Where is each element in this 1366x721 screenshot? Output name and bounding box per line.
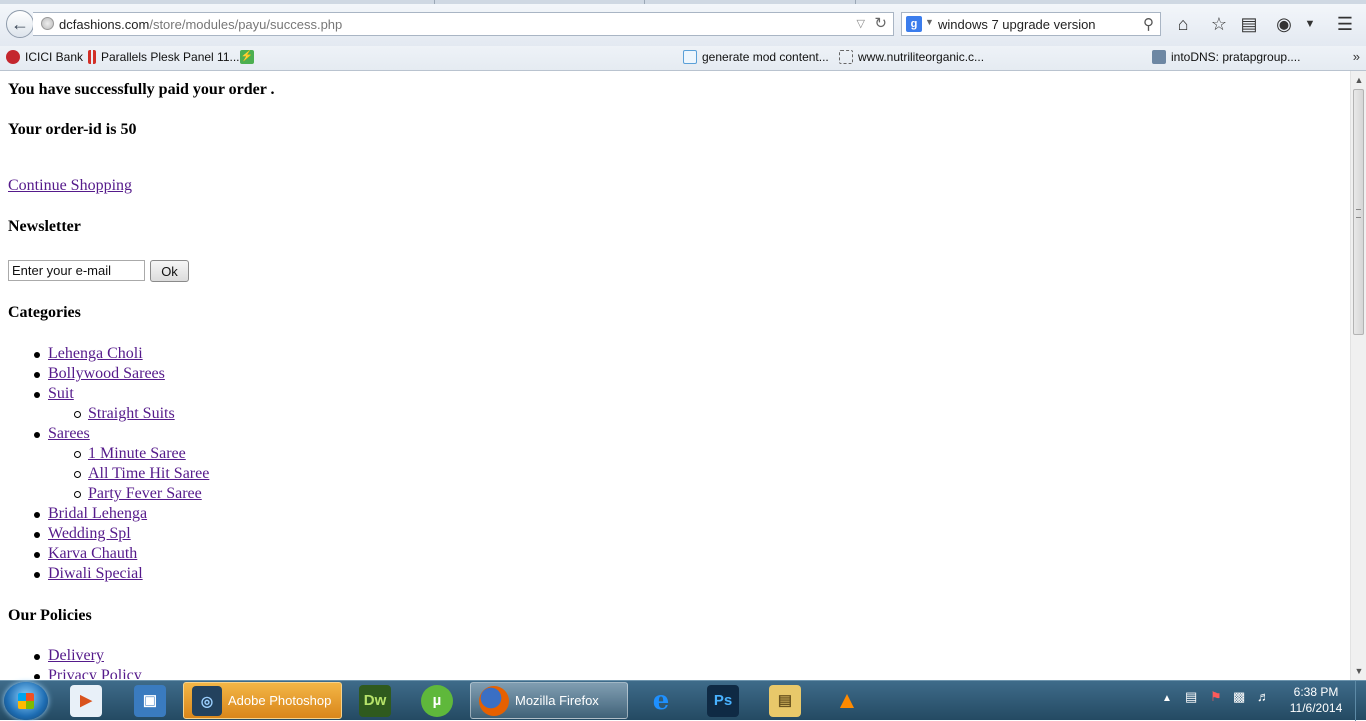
page-icon [683, 50, 697, 64]
bolt-icon: ⚡ [240, 50, 254, 64]
show-hidden-icons-icon[interactable]: ▲ [1162, 693, 1172, 704]
bookmarks-menu-icon[interactable]: ▤ [1237, 12, 1261, 36]
category-link-sarees[interactable]: Sarees [48, 425, 90, 443]
search-bar[interactable]: g ▼ windows 7 upgrade version ⚲ [901, 12, 1161, 36]
photoshop-icon[interactable]: Ps [707, 685, 739, 717]
explorer-folder-icon[interactable]: ▤ [769, 685, 801, 717]
category-link-karva-chauth[interactable]: Karva Chauth [48, 545, 137, 563]
media-player-icon[interactable]: ▶ [70, 685, 102, 717]
clock-time: 6:38 PM [1293, 685, 1339, 699]
newsletter-ok-button[interactable]: Ok [150, 260, 189, 282]
url-history-dropdown-icon[interactable]: ▽ [857, 17, 865, 30]
blank-page-icon [839, 50, 853, 64]
category-link-suit[interactable]: Suit [48, 385, 74, 403]
newsletter-email-input[interactable] [8, 260, 145, 281]
bookmark-icici-bank[interactable]: ICICI Bank [6, 50, 83, 64]
bookmarks-toolbar: ICICI Bank Parallels Plesk Panel 11... ⚡… [0, 46, 1366, 71]
signal-icon[interactable]: ▩ [1233, 689, 1245, 705]
back-arrow-icon: ← [11, 13, 29, 34]
policy-link-delivery[interactable]: Delivery [48, 647, 104, 665]
tab-divider [855, 0, 856, 4]
subcategory-link-all-time-hit-saree[interactable]: All Time Hit Saree [88, 465, 209, 483]
category-link-lehenga-choli[interactable]: Lehenga Choli [48, 345, 143, 363]
google-search-engine-icon[interactable]: g [906, 16, 922, 32]
category-link-bollywood-sarees[interactable]: Bollywood Sarees [48, 365, 165, 383]
bookmarks-overflow-icon[interactable]: » [1353, 49, 1360, 64]
action-center-icon[interactable]: ▤ [1185, 689, 1197, 705]
category-link-diwali-special[interactable]: Diwali Special [48, 565, 143, 583]
bookmark-bolt[interactable]: ⚡ [240, 50, 259, 64]
firefox-icon [479, 685, 509, 716]
search-icon[interactable]: ⚲ [1143, 15, 1154, 33]
photoshop-loading-icon: ◎ [192, 685, 222, 716]
address-bar[interactable]: dcfashions.com/store/modules/payu/succes… [33, 12, 894, 36]
back-button[interactable]: ← [6, 10, 34, 38]
page-content: You have successfully paid your order . … [0, 71, 1350, 679]
bookmark-nutrilite[interactable]: www.nutriliteorganic.c... [839, 50, 984, 64]
show-desktop-button[interactable] [1355, 681, 1366, 721]
search-engine-dropdown-icon[interactable]: ▼ [925, 17, 934, 27]
tab-divider [434, 0, 435, 4]
site-identity-icon[interactable] [41, 17, 54, 30]
bookmark-intodns[interactable]: intoDNS: pratapgroup.... [1152, 50, 1300, 64]
payment-success-message: You have successfully paid your order . [8, 81, 275, 98]
addon-icon[interactable]: ◉ [1272, 12, 1296, 36]
utorrent-icon[interactable]: µ [421, 685, 453, 717]
reload-icon[interactable]: ↻ [874, 14, 887, 32]
scrollbar-grip-icon [1356, 209, 1361, 218]
category-link-wedding-spl[interactable]: Wedding Spl [48, 525, 131, 543]
dreamweaver-icon[interactable]: Dw [359, 685, 391, 717]
categories-heading: Categories [8, 304, 81, 321]
subcategory-link-straight-suits[interactable]: Straight Suits [88, 405, 175, 423]
order-id-text: Your order-id is 50 [8, 121, 137, 138]
subcategory-link-1-minute-saree[interactable]: 1 Minute Saree [88, 445, 186, 463]
volume-muted-icon[interactable]: ♬ [1257, 689, 1270, 704]
home-icon[interactable]: ⌂ [1171, 12, 1195, 36]
policies-heading: Our Policies [8, 607, 92, 624]
url-text[interactable]: dcfashions.com/store/modules/payu/succes… [59, 17, 342, 32]
category-link-bridal-lehenga[interactable]: Bridal Lehenga [48, 505, 147, 523]
flag-warning-icon[interactable]: ⚑ [1210, 689, 1222, 705]
tab-strip [0, 0, 1366, 4]
menu-icon[interactable]: ☰ [1333, 12, 1357, 36]
page-scrollbar[interactable]: ▲ ▼ [1350, 71, 1366, 680]
tab-divider [644, 0, 645, 4]
addon-dropdown-icon[interactable]: ▼ [1298, 12, 1322, 36]
windows-taskbar: ▶ ▣ ◎ Adobe Photoshop Dw µ Mozilla Firefo… [0, 680, 1366, 721]
vlc-icon[interactable]: ▲ [831, 685, 863, 717]
puzzle-icon [1152, 50, 1166, 64]
icici-icon [6, 50, 20, 64]
clock-date: 11/6/2014 [1289, 701, 1343, 715]
browser-navbar: ← dcfashions.com/store/modules/payu/succ… [0, 0, 1366, 46]
scroll-up-arrow-icon[interactable]: ▲ [1352, 72, 1366, 88]
taskbar-task-photoshop[interactable]: ◎ Adobe Photoshop [183, 682, 342, 719]
start-button[interactable] [4, 682, 48, 720]
bookmark-star-icon[interactable]: ☆ [1207, 12, 1231, 36]
newsletter-heading: Newsletter [8, 218, 81, 235]
policy-link-privacy-policy[interactable]: Privacy Policy [48, 667, 142, 679]
bookmark-generate-mod[interactable]: generate mod content... [683, 50, 829, 64]
scrollbar-thumb[interactable] [1353, 89, 1364, 335]
system-clock[interactable]: 6:38 PM 11/6/2014 [1278, 684, 1354, 716]
windows-logo-icon [18, 693, 34, 709]
network-icon[interactable]: ▣ [134, 685, 166, 717]
scroll-down-arrow-icon[interactable]: ▼ [1352, 663, 1366, 679]
continue-shopping-link[interactable]: Continue Shopping [8, 177, 132, 195]
search-input[interactable]: windows 7 upgrade version [938, 17, 1096, 32]
plesk-icon [88, 50, 96, 64]
subcategory-link-party-fever-saree[interactable]: Party Fever Saree [88, 485, 202, 503]
taskbar-task-firefox[interactable]: Mozilla Firefox [470, 682, 628, 719]
bookmark-plesk[interactable]: Parallels Plesk Panel 11... [88, 50, 240, 64]
internet-explorer-icon[interactable]: e [645, 685, 677, 717]
